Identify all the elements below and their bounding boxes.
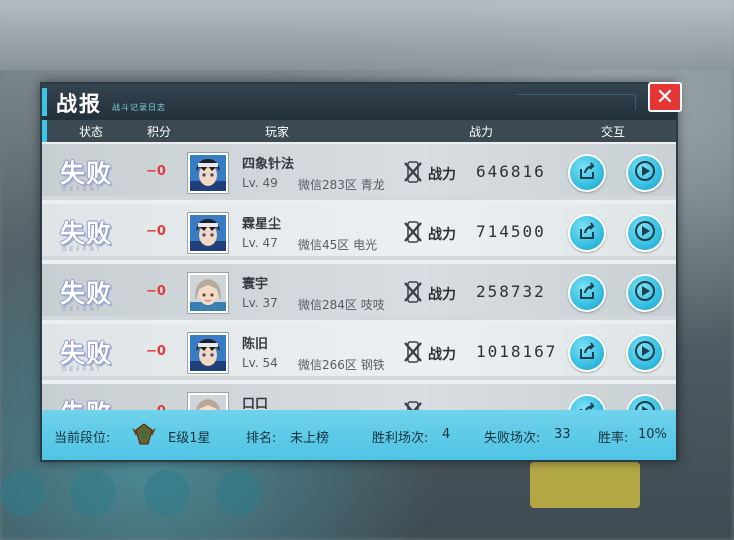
crossed-swords-icon <box>402 160 424 184</box>
share-icon <box>577 341 597 365</box>
player-level: Lv. 37 <box>242 296 278 310</box>
header-player: 玩家 <box>265 125 290 139</box>
background-button <box>216 470 262 516</box>
player-level: Lv. 47 <box>242 236 278 250</box>
power-label: 战力 <box>428 167 456 183</box>
avatar[interactable] <box>188 273 228 313</box>
avatar[interactable] <box>188 333 228 373</box>
replay-button[interactable] <box>626 214 664 252</box>
battle-report-dialog: 战报 战斗记录日志 ✕ 状态 积分 玩家 战力 交互 失败 DEFEAT −0 四象针… <box>40 82 682 462</box>
winrate-value: 10% <box>638 427 667 442</box>
status-text: 失败 <box>60 159 113 188</box>
replay-button[interactable] <box>626 274 664 312</box>
player-name: 陈旧 <box>242 337 269 352</box>
status-text: 失败 <box>60 219 113 248</box>
play-icon <box>634 160 656 186</box>
close-icon: ✕ <box>655 84 675 110</box>
player-name: 霖星尘 <box>242 217 282 232</box>
player-name: 四象针法 <box>242 157 295 172</box>
player-server: 微信45区 电光 <box>298 238 378 252</box>
dialog-subtitle: 战斗记录日志 <box>112 103 166 112</box>
header-power: 战力 <box>469 125 494 139</box>
player-server: 微信266区 钢铁 <box>298 358 385 372</box>
rank-label: 排名: <box>246 431 277 446</box>
dialog-title: 战报 <box>56 92 102 116</box>
replay-button[interactable] <box>626 154 664 192</box>
segment-label: 当前段位: <box>54 431 111 446</box>
power-label: 战力 <box>428 227 456 243</box>
battle-row: 失败 DEFEAT −0 陈旧 Lv. 54 微信266区 钢铁 战力 1018167 <box>42 324 676 380</box>
player-server: 微信284区 吱吱 <box>298 298 385 312</box>
winrate-label: 胜率: <box>598 431 629 446</box>
background-button <box>144 470 190 516</box>
player-server: 微信283区 青龙 <box>298 178 385 192</box>
play-icon <box>634 340 656 366</box>
share-icon <box>577 161 597 185</box>
battle-row: 失败 DEFEAT −0 寰宇 Lv. 37 微信284区 吱吱 战力 258732 <box>42 264 676 320</box>
battle-row: 失败 DEFEAT −0 四象针法 Lv. 49 微信283区 青龙 战力 646816 <box>42 144 676 200</box>
crossed-swords-icon <box>402 220 424 244</box>
score-change: −0 <box>146 164 166 179</box>
header-score: 积分 <box>147 125 172 139</box>
rank-emblem-icon <box>132 423 156 445</box>
status-subtext: DEFEAT <box>62 306 103 313</box>
score-change: −0 <box>146 284 166 299</box>
wins-label: 胜利场次: <box>372 431 429 446</box>
status-subtext: DEFEAT <box>62 246 103 253</box>
power-value: 646816 <box>476 162 546 181</box>
title-bar: 战报 战斗记录日志 <box>42 84 676 120</box>
share-button[interactable] <box>568 334 606 372</box>
table-header: 状态 积分 玩家 战力 交互 <box>42 120 676 142</box>
close-button[interactable]: ✕ <box>648 82 682 112</box>
share-button[interactable] <box>568 214 606 252</box>
avatar[interactable] <box>188 153 228 193</box>
player-name: 寰宇 <box>242 277 269 292</box>
status-subtext: DEFEAT <box>62 186 103 193</box>
power-value: 714500 <box>476 222 546 241</box>
status-text: 失败 <box>60 339 113 368</box>
title-decoration <box>516 94 636 110</box>
avatar[interactable] <box>188 213 228 253</box>
background-button <box>70 470 116 516</box>
header-status: 状态 <box>79 125 104 139</box>
status-subtext: DEFEAT <box>62 366 103 373</box>
score-change: −0 <box>146 224 166 239</box>
background-button <box>0 470 46 516</box>
rank-value: 未上榜 <box>290 431 330 446</box>
segment-value: E级1星 <box>168 431 211 446</box>
share-button[interactable] <box>568 274 606 312</box>
status-text: 失败 <box>60 279 113 308</box>
player-level: Lv. 49 <box>242 176 278 190</box>
replay-button[interactable] <box>626 334 664 372</box>
crossed-swords-icon <box>402 280 424 304</box>
player-level: Lv. 54 <box>242 356 278 370</box>
share-icon <box>577 221 597 245</box>
battle-list[interactable]: 失败 DEFEAT −0 四象针法 Lv. 49 微信283区 青龙 战力 646816 失败 D… <box>42 144 676 414</box>
power-label: 战力 <box>428 287 456 303</box>
share-icon <box>577 281 597 305</box>
wins-value: 4 <box>442 427 451 442</box>
losses-label: 失败场次: <box>484 431 541 446</box>
power-value: 258732 <box>476 282 546 301</box>
stats-footer: 当前段位: E级1星 排名: 未上榜 胜利场次: 4 失败场次: 33 胜率: … <box>42 410 676 460</box>
score-change: −0 <box>146 344 166 359</box>
play-icon <box>634 220 656 246</box>
power-label: 战力 <box>428 347 456 363</box>
battle-row: 失败 DEFEAT −0 霖星尘 Lv. 47 微信45区 电光 战力 714500 <box>42 204 676 260</box>
header-interact: 交互 <box>601 125 626 139</box>
power-value: 1018167 <box>476 342 558 361</box>
crossed-swords-icon <box>402 340 424 364</box>
share-button[interactable] <box>568 154 606 192</box>
play-icon <box>634 280 656 306</box>
losses-value: 33 <box>554 427 571 442</box>
background-top-bar <box>0 0 734 70</box>
background-yellow-button <box>530 462 640 508</box>
